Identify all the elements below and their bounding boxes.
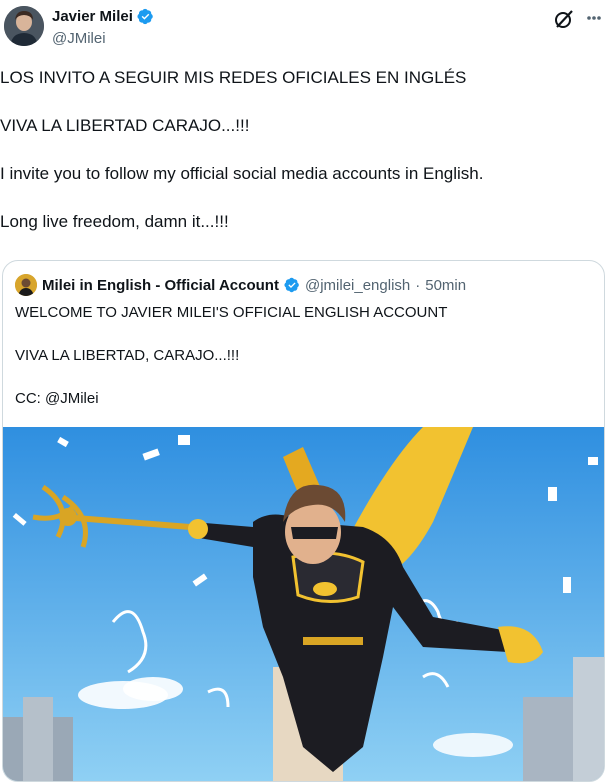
quoted-text: WELCOME TO JAVIER MILEI'S OFFICIAL ENGLI… — [15, 303, 590, 432]
tweet-header: Javier Milei @JMilei — [0, 0, 605, 60]
quoted-timestamp[interactable]: 50min — [425, 277, 466, 294]
separator-dot: · — [415, 276, 421, 294]
tweet-paragraph: VIVA LA LIBERTAD CARAJO...!!! — [0, 116, 250, 135]
quoted-paragraph: CC: @JMilei — [15, 390, 99, 407]
tweet-paragraph: LOS INVITO A SEGUIR MIS REDES OFICIALES … — [0, 68, 467, 87]
quoted-paragraph: WELCOME TO JAVIER MILEI'S OFFICIAL ENGLI… — [15, 304, 448, 321]
quoted-author-avatar[interactable] — [15, 274, 37, 296]
author-handle[interactable]: @JMilei — [52, 30, 106, 47]
author-avatar-image — [4, 6, 44, 46]
verified-badge-icon[interactable] — [284, 277, 300, 293]
quoted-author-handle[interactable]: @jmilei_english — [305, 277, 410, 294]
quoted-paragraph: VIVA LA LIBERTAD, CARAJO...!!! — [15, 347, 240, 364]
quoted-tweet-card[interactable]: Milei in English - Official Account @jmi… — [2, 260, 605, 782]
author-avatar[interactable] — [4, 6, 44, 46]
quoted-author-display-name[interactable]: Milei in English - Official Account — [42, 277, 279, 294]
tweet-text: LOS INVITO A SEGUIR MIS REDES OFICIALES … — [0, 67, 590, 259]
verified-badge-icon[interactable] — [137, 8, 154, 25]
grok-icon[interactable] — [553, 8, 575, 30]
quoted-media-image[interactable] — [3, 427, 604, 781]
more-icon[interactable] — [586, 6, 602, 30]
tweet-paragraph: Long live freedom, damn it...!!! — [0, 212, 229, 231]
author-display-name[interactable]: Javier Milei — [52, 8, 133, 25]
tweet-paragraph: I invite you to follow my official socia… — [0, 164, 484, 183]
